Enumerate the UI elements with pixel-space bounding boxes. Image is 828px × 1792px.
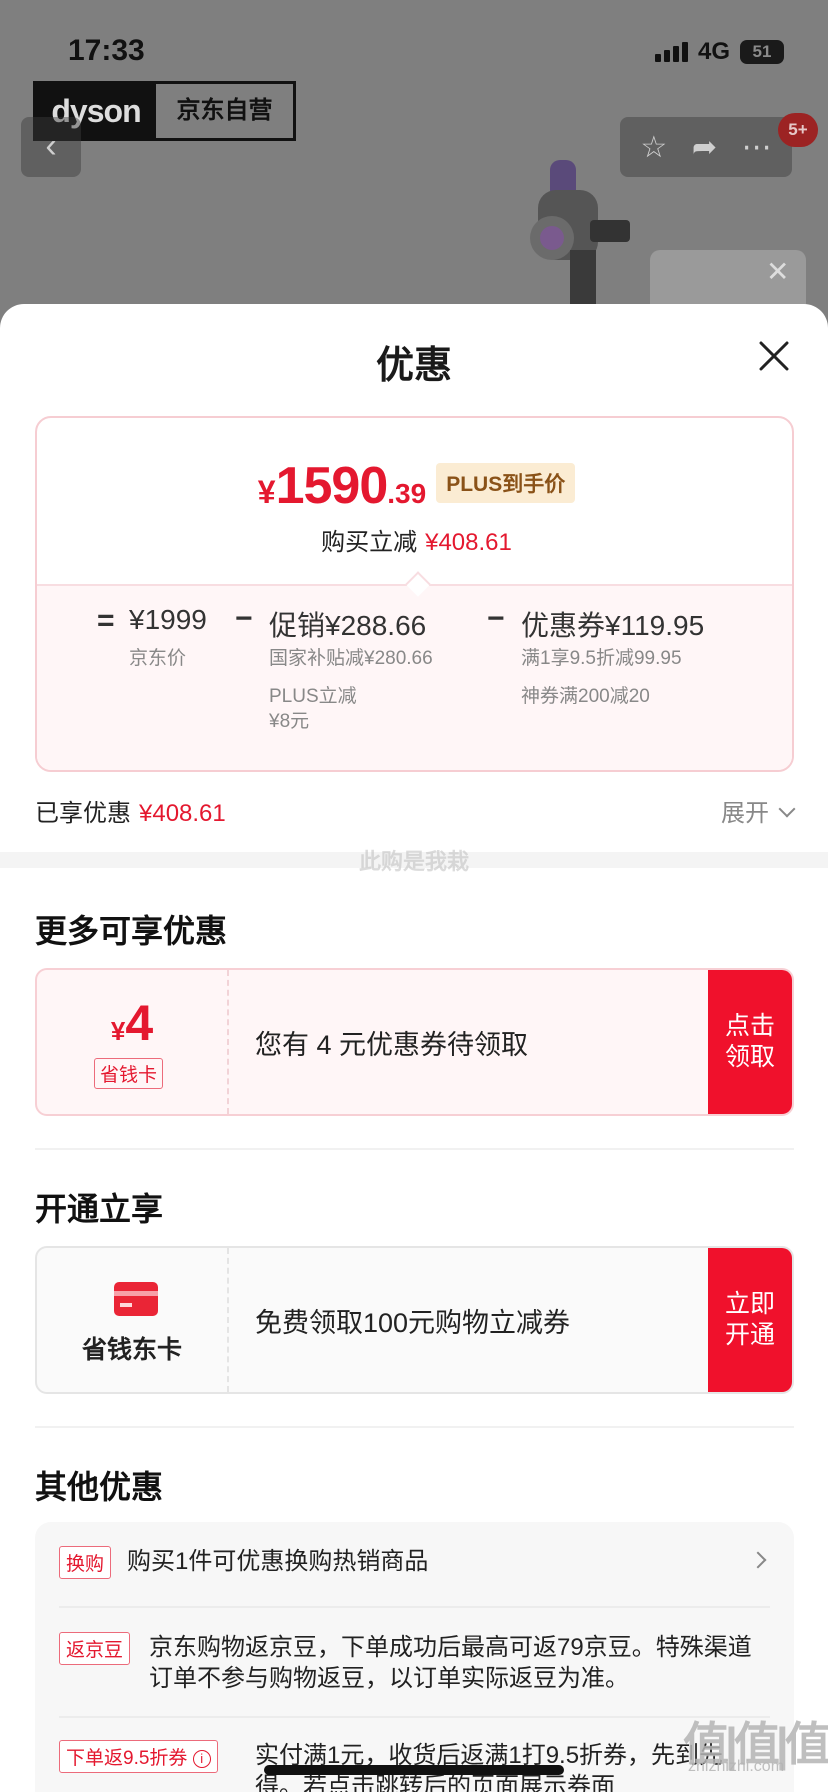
minus-sign: − <box>235 602 253 635</box>
close-icon[interactable] <box>756 338 792 374</box>
info-icon[interactable]: i <box>192 1750 211 1768</box>
savings-card-info: 省钱东卡 <box>37 1248 229 1392</box>
list-item-tradein[interactable]: 换购 购买1件可优惠换购热销商品 <box>59 1546 770 1586</box>
promo-amount: 促销¥288.66 <box>269 610 427 641</box>
equals-sign: = <box>97 604 115 637</box>
status-indicators: 4G 51 <box>654 38 784 66</box>
section-title-open: 开通立享 <box>35 1191 164 1227</box>
credit-card-icon <box>114 1282 158 1316</box>
sheet-title: 优惠 <box>375 345 452 387</box>
product-image <box>530 160 630 310</box>
coupon-amount: 优惠券¥119.95 <box>521 610 705 641</box>
jd-price: ¥1999 <box>129 604 207 635</box>
promo-detail-subsidy: 国家补贴减¥280.66 <box>269 648 433 669</box>
coupon-detail-super: 神券满200减20 <box>521 686 650 707</box>
minus-sign: − <box>487 602 505 635</box>
instant-cut-label: 购买立减 <box>321 529 418 556</box>
star-icon[interactable]: ☆ <box>640 130 667 165</box>
chevron-down-icon <box>778 800 796 818</box>
coupon-description: 您有 4 元优惠券待领取 <box>255 1029 529 1060</box>
coupon-yen: ¥ <box>110 1016 126 1046</box>
other-discounts-list: 换购 购买1件可优惠换购热销商品 返京豆 京东购物返京豆，下单成功后最高可返79… <box>35 1522 794 1792</box>
divider <box>35 1148 794 1150</box>
currency-symbol: ¥ <box>257 474 276 510</box>
header-actions: ☆ ➦ ⋯ <box>620 117 792 177</box>
section-title-other: 其他优惠 <box>35 1469 164 1505</box>
savings-card-offer[interactable]: 省钱东卡 免费领取100元购物立减券 立即开通 <box>35 1246 794 1394</box>
final-price-integer: 1590 <box>275 457 389 515</box>
enjoyed-discount: 已享优惠 ¥408.61 <box>35 793 226 828</box>
expand-button[interactable]: 展开 <box>721 793 796 828</box>
breakdown-panel: = ¥1999 京东价 − 促销¥288.66 国家补贴减¥280.66 PLU… <box>37 584 792 770</box>
savings-card-description: 免费领取100元购物立减券 <box>255 1307 571 1338</box>
discount-sheet: 优惠 ¥1590.39 PLUS到手价 购买立减 ¥408.61 = ¥1999 京… <box>0 304 828 1792</box>
section-title-more: 更多可享优惠 <box>35 913 228 949</box>
jd-price-label: 京东价 <box>129 648 187 669</box>
coupon-amount: 4 <box>125 995 154 1051</box>
cart-badge: 5+ <box>778 113 818 147</box>
promo-detail-plus-amount: ¥8元 <box>269 711 310 732</box>
jingdou-text: 京东购物返京豆，下单成功后最高可返79京豆。特殊渠道订单不参与购物返豆，以订单实… <box>149 1634 752 1692</box>
user-watermark: 此购是我栽 <box>358 849 469 874</box>
enjoyed-amount: ¥408.61 <box>139 800 226 827</box>
store-label: 京东自营 <box>176 97 273 124</box>
plus-price-tag: PLUS到手价 <box>436 463 576 503</box>
coupon-value: ¥4 省钱卡 <box>37 970 229 1114</box>
enjoyed-label: 已享优惠 <box>35 800 131 827</box>
final-price-decimal: .39 <box>387 478 427 509</box>
claim-coupon-button[interactable]: 点击领取 <box>708 970 792 1114</box>
rebate-tag-label: 下单返9.5折券 <box>66 1748 188 1769</box>
tradein-text: 购买1件可优惠换购热销商品 <box>127 1548 429 1575</box>
final-price: ¥1590.39 PLUS到手价 <box>37 456 792 516</box>
coupon-amount-display: ¥4 <box>37 994 227 1052</box>
expand-label: 展开 <box>721 800 769 827</box>
close-icon[interactable]: ✕ <box>766 255 789 288</box>
home-indicator <box>264 1765 564 1775</box>
product-page-backdrop[interactable]: 17:33 4G 51 dyson 京东自营 ‹ ☆ ➦ ⋯ 5+ ✕ <box>0 0 828 330</box>
instant-cut-amount: ¥408.61 <box>425 529 512 556</box>
coupon-card[interactable]: ¥4 省钱卡 您有 4 元优惠券待领取 点击领取 <box>35 968 794 1116</box>
more-icon[interactable]: ⋯ <box>742 130 772 165</box>
status-time: 17:33 <box>68 34 145 67</box>
share-icon[interactable]: ➦ <box>692 130 717 165</box>
chevron-right-icon <box>749 1551 767 1569</box>
signal-icon <box>654 42 688 62</box>
savings-card-label: 省钱东卡 <box>81 1336 182 1364</box>
divider <box>35 1426 794 1428</box>
network-type: 4G <box>697 38 730 65</box>
promo-detail-plus: PLUS立减 <box>269 686 357 707</box>
instant-cut: 购买立减 ¥408.61 <box>37 522 792 557</box>
price-breakdown-card: ¥1590.39 PLUS到手价 购买立减 ¥408.61 = ¥1999 京东价 … <box>35 416 794 772</box>
site-watermark-url: zhizhizhi.com <box>688 1758 785 1775</box>
list-item-jingdou: 返京豆 京东购物返京豆，下单成功后最高可返79京豆。特殊渠道订单不参与购物返豆，… <box>59 1632 770 1702</box>
rebate-tag: 下单返9.5折券 i <box>59 1740 218 1773</box>
divider <box>59 1716 770 1718</box>
coupon-tag: 省钱卡 <box>94 1058 164 1089</box>
battery-icon: 51 <box>740 40 784 64</box>
jingdou-tag: 返京豆 <box>59 1632 131 1665</box>
back-arrow-icon[interactable]: ‹ <box>21 117 81 177</box>
coupon-detail-discount: 满1享9.5折减99.95 <box>521 648 682 669</box>
tradein-tag: 换购 <box>59 1546 112 1579</box>
divider <box>59 1606 770 1608</box>
activate-button[interactable]: 立即开通 <box>708 1248 792 1392</box>
